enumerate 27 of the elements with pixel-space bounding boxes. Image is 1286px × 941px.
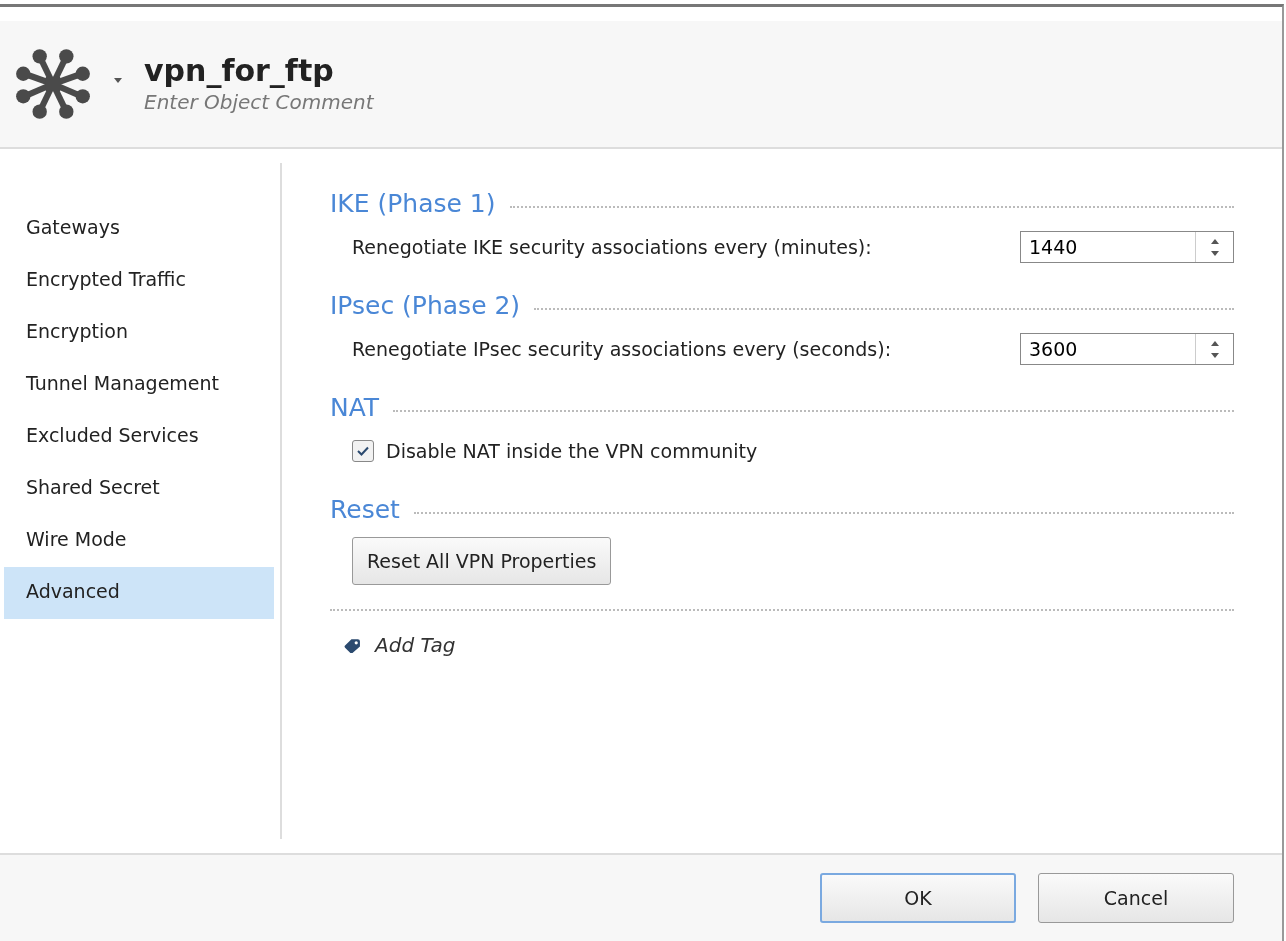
comment-field[interactable]: Enter Object Comment <box>144 87 444 116</box>
sidebar-item[interactable]: Encrypted Traffic <box>4 255 274 307</box>
object-name: vpn_for_ftp <box>144 52 335 88</box>
field-label: Renegotiate IKE security associations every (minutes): <box>352 236 872 258</box>
sidebar-item[interactable]: Shared Secret <box>4 463 274 515</box>
caret-icon[interactable] <box>114 77 122 83</box>
sidebar-item[interactable]: Encryption <box>4 307 274 359</box>
sidebar-item[interactable]: Tunnel Management <box>4 359 274 411</box>
field-label: Renegotiate IPsec security associations every (seconds): <box>352 338 892 360</box>
cancel-button[interactable]: Cancel <box>1038 873 1234 923</box>
section-title: IPsec (Phase 2) <box>330 290 521 320</box>
reset-button[interactable]: Reset All VPN Properties <box>352 537 612 585</box>
checkbox-label: Disable NAT inside the VPN community <box>386 440 758 462</box>
ok-button[interactable]: OK <box>820 873 1016 923</box>
section-title: NAT <box>330 392 380 422</box>
checkbox[interactable] <box>352 440 374 462</box>
section-title: IKE (Phase 1) <box>330 188 496 218</box>
sidebar-item[interactable]: Gateways <box>4 203 274 255</box>
sidebar-item[interactable]: Excluded Services <box>4 411 274 463</box>
number-spinner[interactable]: 1440 <box>1020 231 1234 263</box>
tag-icon <box>344 637 361 653</box>
checkmark-icon <box>357 446 369 456</box>
sidebar-item[interactable]: Advanced <box>4 567 274 619</box>
section-title: Reset <box>330 494 400 524</box>
number-spinner[interactable]: 3600 <box>1020 333 1234 365</box>
add-tag-link[interactable]: Add Tag <box>375 633 456 657</box>
sidebar-item[interactable]: Wire Mode <box>4 515 274 567</box>
